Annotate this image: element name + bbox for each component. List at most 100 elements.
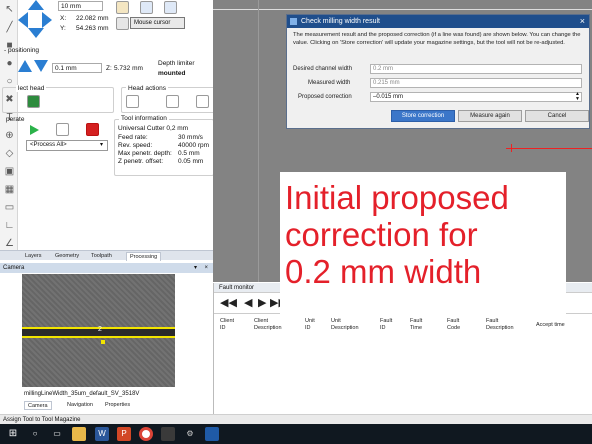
angle-tool-icon[interactable]: ∠: [4, 238, 15, 249]
x-label: X:: [60, 15, 67, 22]
col-fault-description: Fault Description: [486, 318, 514, 331]
line-tool-icon[interactable]: ╱: [4, 22, 15, 33]
ellipse-tool-icon[interactable]: ○: [4, 76, 15, 87]
mouse-cursor-icon[interactable]: [116, 17, 129, 30]
y-label: Y:: [60, 25, 66, 32]
head-action-2-icon[interactable]: [166, 95, 179, 108]
camera-view: 2: [22, 274, 175, 387]
ruler-tool-icon[interactable]: ∟: [4, 220, 15, 231]
x-coordinate-value: 22.082 mm: [76, 15, 109, 22]
first-record-icon[interactable]: ◀◀: [220, 296, 237, 309]
feed-rate-value: 30 mm/s: [178, 134, 203, 141]
head-action-3-icon[interactable]: [196, 95, 209, 108]
windows-taskbar: ⊞ ○ ▭ W P ⚙: [0, 424, 592, 444]
chrome-icon[interactable]: [139, 427, 153, 441]
z-offset-value: 0.05 mm: [178, 158, 204, 165]
head-1-icon[interactable]: [27, 95, 40, 108]
layers-tool-icon[interactable]: ◇: [4, 148, 15, 159]
camera-head-icon[interactable]: [57, 95, 70, 108]
tool-information-label: Tool information: [119, 115, 169, 122]
circle-tool-icon[interactable]: ●: [4, 58, 15, 69]
dialog-app-icon: [290, 18, 297, 25]
camera-tool-icon[interactable]: ▣: [4, 166, 15, 177]
dialog-titlebar: Check milling width result ×: [287, 15, 589, 28]
z-up-icon[interactable]: [18, 60, 32, 72]
operate-label: perate: [6, 116, 25, 123]
word-icon[interactable]: W: [95, 427, 109, 441]
process-select[interactable]: <Process All>: [26, 140, 108, 151]
crosshair-tool-icon[interactable]: ⊕: [4, 130, 15, 141]
move-right-icon[interactable]: [42, 12, 52, 28]
app-icon[interactable]: [161, 427, 175, 441]
status-bar: Assign Tool to Tool Magazine: [0, 414, 592, 424]
check-milling-width-dialog: Check milling width result × The measure…: [286, 14, 590, 129]
rev-speed-key: Rev. speed:: [118, 142, 153, 149]
depth-limiter-status: mounted: [158, 70, 186, 77]
park-icon[interactable]: [140, 1, 153, 14]
desired-width-field: 0.2 mm: [370, 64, 582, 74]
dialog-message: The measurement result and the proposed …: [293, 32, 581, 46]
tab-processing[interactable]: Processing: [126, 252, 162, 261]
chevron-down-icon[interactable]: ▾: [100, 141, 103, 148]
file-explorer-icon[interactable]: [72, 427, 86, 441]
col-accept-time: Accept time: [536, 322, 565, 328]
store-correction-button[interactable]: Store correction: [391, 110, 455, 122]
stop-icon[interactable]: [86, 123, 99, 136]
proposed-correction-input[interactable]: –0.015 mm: [370, 92, 582, 102]
mouse-cursor-button[interactable]: Mouse cursor: [130, 17, 185, 29]
z-offset-key: Z penetr. offset:: [118, 158, 164, 165]
camera-title: Camera: [3, 265, 25, 271]
fault-monitor-title: Fault monitor: [219, 285, 255, 291]
select-arrow-icon[interactable]: ↖: [4, 4, 15, 15]
max-depth-value: 0.5 mm: [178, 150, 200, 157]
panel-tab-bar: Layers Geometry Toolpath Processing: [0, 250, 213, 261]
feed-rate-key: Feed rate:: [118, 134, 148, 141]
tab-toolpath[interactable]: Toolpath: [88, 252, 115, 261]
annotation-line-2: correction for: [285, 216, 478, 253]
task-view-icon[interactable]: ▭: [50, 427, 64, 441]
search-icon[interactable]: ○: [28, 427, 42, 441]
close-icon[interactable]: ×: [204, 263, 208, 273]
tab-layers[interactable]: Layers: [22, 252, 45, 261]
tab-navigation[interactable]: Navigation: [64, 401, 96, 410]
measure-tool-icon[interactable]: ▦: [4, 184, 15, 195]
windows-start-icon[interactable]: ⊞: [6, 427, 20, 441]
cancel-button[interactable]: Cancel: [525, 110, 589, 122]
start-icon[interactable]: [27, 123, 40, 136]
dialog-close-icon[interactable]: ×: [580, 15, 585, 28]
measure-again-button[interactable]: Measure again: [458, 110, 522, 122]
home-icon[interactable]: [116, 1, 129, 14]
next-record-icon[interactable]: ▶: [258, 296, 266, 309]
spinner-icon[interactable]: ▲ ▼: [575, 92, 580, 102]
col-unit-id: Unit ID: [305, 318, 315, 331]
cube-tool-icon[interactable]: ▭: [4, 202, 15, 213]
move-down-icon[interactable]: [28, 28, 44, 38]
pin-icon[interactable]: ▾: [194, 263, 197, 273]
annotation-line-1: Initial proposed: [285, 179, 509, 216]
z-step-input[interactable]: 0.1 mm: [52, 63, 102, 73]
annotation-line-3: 0.2 mm width: [285, 253, 482, 290]
previous-record-icon[interactable]: ◀: [244, 296, 252, 309]
position-icon[interactable]: [164, 1, 177, 14]
step-size-input[interactable]: 10 mm: [58, 1, 103, 11]
step-process-icon[interactable]: [56, 123, 69, 136]
control-panel: 10 mm X: 22.082 mm Y: 54.263 mm Mouse cu…: [2, 0, 215, 258]
dispenser-head-icon[interactable]: [86, 95, 99, 108]
move-left-icon[interactable]: [18, 12, 28, 28]
col-client-id: Client ID: [220, 318, 235, 331]
tab-geometry[interactable]: Geometry: [52, 252, 82, 261]
camera-image-caption: millingLineWidth_35um_default_SV_3518V: [24, 391, 140, 397]
z-down-icon[interactable]: [34, 60, 48, 72]
powerpoint-icon[interactable]: P: [117, 427, 131, 441]
annotation-overlay: Initial proposed correction for 0.2 mm w…: [280, 172, 566, 317]
col-unit-description: Unit Description: [331, 318, 359, 331]
app-icon-2[interactable]: [205, 427, 219, 441]
tab-camera[interactable]: Camera: [24, 401, 52, 410]
head-action-1-icon[interactable]: [126, 95, 139, 108]
camera-panel-header: Camera ▾ ×: [0, 263, 213, 273]
tab-properties[interactable]: Properties: [102, 401, 133, 410]
move-up-icon[interactable]: [28, 0, 44, 10]
tool-strip: ↖ ╱ ■ ● ○ ✖ T ⊕ ◇ ▣ ▦ ▭ ∟ ∠: [0, 0, 18, 258]
settings-icon[interactable]: ⚙: [183, 427, 197, 441]
measured-width-field: 0.215 mm: [370, 78, 582, 88]
